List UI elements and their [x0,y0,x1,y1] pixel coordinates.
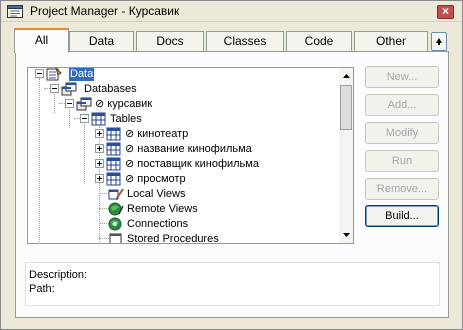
excluded-icon: ⊘ [95,98,105,110]
table-name: кинотеатр [137,128,189,140]
table-name: просмотр [137,173,186,185]
table-name: название кинофильма [137,143,252,155]
tree-guide [84,124,85,184]
tab-all[interactable]: All [14,28,69,53]
tab-label: Classes [223,34,267,48]
tree-node-table[interactable]: ⊘ название кинофильма [125,143,252,156]
tab-panel-all: Data Databases ⊘ курсавик Tables ⊘ кинот… [15,51,449,318]
collapse-icon[interactable] [80,114,89,123]
tree-node-connections[interactable]: Connections [127,218,188,231]
tree-node-databases[interactable]: Databases [84,83,137,96]
table-icon [106,172,121,186]
scroll-up-icon[interactable] [339,69,354,83]
run-button-label: Run [391,155,413,167]
excluded-icon: ⊘ [125,128,135,140]
path-label: Path: [29,283,55,295]
databases-icon [61,82,77,96]
tab-classes[interactable]: Classes [206,31,284,52]
scrollbar-thumb[interactable] [340,85,352,130]
table-icon [106,157,121,171]
tree-guide [54,94,55,113]
collapse-icon[interactable] [50,84,59,93]
arrow-up-icon [436,38,442,45]
tab-label: Code [304,34,334,48]
tab-label: Other [375,34,406,48]
tab-label: Data [88,34,115,48]
excluded-icon: ⊘ [125,173,135,185]
tree-node-database[interactable]: ⊘ курсавик [95,98,152,111]
project-manager-icon [7,5,23,18]
tab-code[interactable]: Code [286,31,352,52]
new-button[interactable]: New... [365,66,439,88]
tree-guide [39,78,40,243]
collapse-icon[interactable] [35,69,44,78]
collapse-icon[interactable] [65,99,74,108]
local-views-icon [108,188,124,200]
tree-node-data[interactable]: Data [69,68,95,81]
scroll-down-icon[interactable] [339,228,354,242]
tree-node-table[interactable]: ⊘ поставщик кинофильма [125,158,259,171]
database-icon [76,97,92,111]
tree-node-table[interactable]: ⊘ кинотеатр [125,128,188,141]
tab-data[interactable]: Data [69,31,134,52]
table-icon [106,127,121,141]
window-title: Project Manager - Курсавик [30,4,180,18]
tab-label: Docs [156,34,184,48]
modify-button-label: Modify [385,127,419,139]
close-button[interactable]: × [437,4,454,19]
data-icon [46,68,62,81]
tree-node-remote-views[interactable]: Remote Views [127,203,198,216]
project-tree[interactable]: Data Databases ⊘ курсавик Tables ⊘ кинот… [27,67,354,244]
tree-guide [99,124,100,243]
tab-docs[interactable]: Docs [136,31,204,52]
build-button-label: Build... [385,210,419,222]
remove-button-label: Remove... [376,183,428,195]
expand-icon[interactable] [95,129,104,138]
build-button[interactable]: Build... [365,205,439,227]
tab-label: All [34,33,49,47]
expand-icon[interactable] [95,144,104,153]
tree-scrollbar[interactable] [339,68,354,243]
expand-icon[interactable] [95,159,104,168]
details-panel: Description: Path: [25,262,440,306]
stored-procedures-icon [109,233,122,243]
tables-icon [91,112,106,126]
run-button[interactable]: Run [365,150,439,172]
add-button[interactable]: Add... [365,94,439,116]
table-icon [106,142,121,156]
add-button-label: Add... [387,99,417,111]
database-name: курсавик [107,98,153,110]
title-bar[interactable]: Project Manager - Курсавик × [1,1,462,22]
description-label: Description: [29,269,88,281]
expand-icon[interactable] [95,174,104,183]
close-icon: × [441,4,449,18]
modify-button[interactable]: Modify [365,122,439,144]
tree-node-table[interactable]: ⊘ просмотр [125,173,186,186]
tab-other[interactable]: Other [354,31,428,52]
tree-node-stored-procedures[interactable]: Stored Procedures [127,233,219,243]
tree-node-local-views[interactable]: Local Views [127,188,186,201]
remove-button[interactable]: Remove... [365,178,439,200]
connections-icon [108,217,122,231]
tab-scroll-button[interactable] [431,32,447,51]
tree-guide [69,109,70,128]
excluded-icon: ⊘ [125,158,135,170]
project-manager-window: Project Manager - Курсавик × All Data Do… [0,0,463,330]
new-button-label: New... [386,71,418,83]
remote-views-icon [108,202,124,216]
excluded-icon: ⊘ [125,143,135,155]
tree-node-tables[interactable]: Tables [110,113,142,126]
table-name: поставщик кинофильма [137,158,259,170]
